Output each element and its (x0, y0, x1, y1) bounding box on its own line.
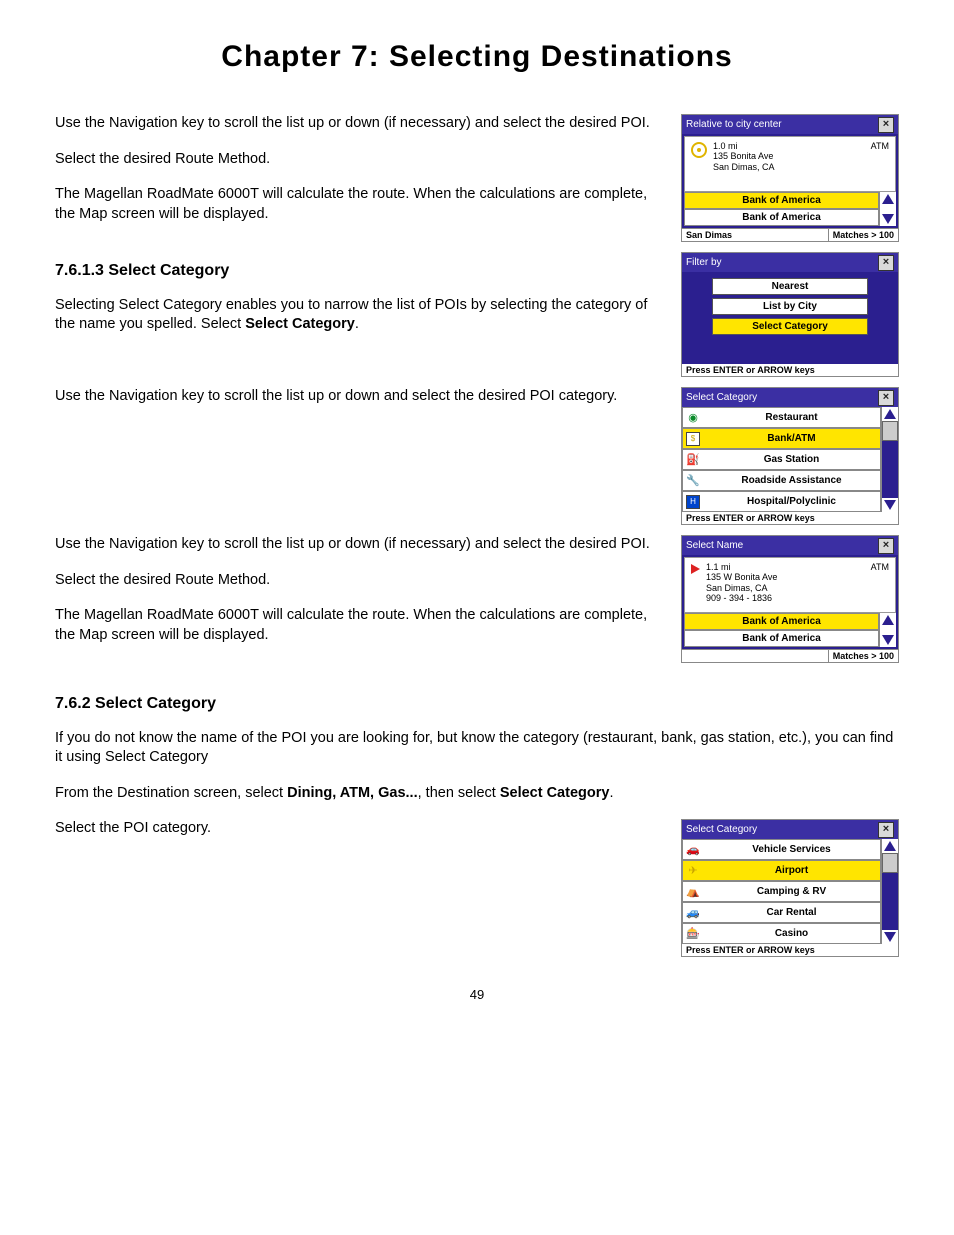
close-icon[interactable]: × (878, 822, 894, 838)
scrollbar[interactable] (881, 407, 898, 512)
device-screenshot-selectcategory2: Select Category × 🚗 Vehicle Services ✈ A… (681, 819, 899, 957)
paragraph: Use the Navigation key to scroll the lis… (55, 387, 651, 407)
scroll-up-icon[interactable] (882, 194, 894, 204)
close-icon[interactable]: × (878, 390, 894, 406)
category-row[interactable]: ⛺ Camping & RV (682, 881, 881, 902)
section-heading: 7.6.1.3 Select Category (55, 260, 651, 282)
category-row[interactable]: 🔧 Roadside Assistance (682, 470, 881, 491)
category-row[interactable]: 🚙 Car Rental (682, 902, 881, 923)
section-heading: 7.6.2 Select Category (55, 693, 899, 715)
device-screenshot-selectname: Select Name × 1.1 mi 135 W Bonita Ave Sa… (681, 535, 899, 663)
category-row[interactable]: ⛽ Gas Station (682, 449, 881, 470)
menu-item-listbycity[interactable]: List by City (712, 298, 868, 315)
paragraph: Use the Navigation key to scroll the lis… (55, 535, 651, 555)
category-row[interactable]: H Hospital/Polyclinic (682, 491, 881, 512)
paragraph: From the Destination screen, select Dini… (55, 784, 899, 804)
device-hint: Press ENTER or ARROW keys (682, 944, 898, 956)
airport-icon: ✈ (683, 864, 703, 877)
close-icon[interactable]: × (878, 255, 894, 271)
category-row[interactable]: $ Bank/ATM (682, 428, 881, 449)
list-item[interactable]: Bank of America (684, 630, 879, 647)
device-title: Relative to city center (686, 119, 782, 130)
footer-matches: Matches > 100 (829, 229, 898, 241)
paragraph: The Magellan RoadMate 6000T will calcula… (55, 185, 651, 224)
category-row[interactable]: ◉ Restaurant (682, 407, 881, 428)
scroll-up-icon[interactable] (882, 615, 894, 625)
footer-empty (682, 650, 829, 662)
paragraph: Select the desired Route Method. (55, 571, 651, 591)
poi-type: ATM (871, 562, 889, 572)
scroll-thumb[interactable] (882, 853, 898, 873)
vehicle-icon: 🚗 (683, 843, 703, 856)
device-screenshot-selectcategory: Select Category × ◉ Restaurant $ Bank/AT… (681, 387, 899, 525)
scroll-down-icon[interactable] (882, 635, 894, 645)
carrental-icon: 🚙 (683, 906, 703, 919)
poi-info: 1.1 mi 135 W Bonita Ave San Dimas, CA 90… (706, 562, 777, 603)
footer-matches: Matches > 100 (829, 650, 898, 662)
paragraph: Use the Navigation key to scroll the lis… (55, 114, 651, 134)
chapter-title: Chapter 7: Selecting Destinations (55, 40, 899, 74)
list-item[interactable]: Bank of America (684, 209, 879, 226)
menu-item-selectcategory[interactable]: Select Category (712, 318, 868, 335)
category-row[interactable]: ✈ Airport (682, 860, 881, 881)
close-icon[interactable]: × (878, 117, 894, 133)
roadside-icon: 🔧 (683, 474, 703, 487)
category-row[interactable]: 🚗 Vehicle Services (682, 839, 881, 860)
device-hint: Press ENTER or ARROW keys (682, 364, 898, 376)
restaurant-icon: ◉ (683, 411, 703, 424)
page-number: 49 (55, 987, 899, 1002)
device-title: Select Category (686, 824, 757, 835)
hospital-icon: H (683, 495, 703, 509)
device-hint: Press ENTER or ARROW keys (682, 512, 898, 524)
scrollbar[interactable] (879, 192, 896, 226)
bank-icon: $ (683, 432, 703, 446)
poi-type: ATM (871, 141, 889, 151)
device-title: Select Name (686, 540, 743, 551)
scrollbar[interactable] (879, 613, 896, 647)
scroll-thumb[interactable] (882, 421, 898, 441)
paragraph: Selecting Select Category enables you to… (55, 296, 651, 335)
close-icon[interactable]: × (878, 538, 894, 554)
scroll-up-icon[interactable] (884, 841, 896, 851)
camping-icon: ⛺ (683, 885, 703, 898)
paragraph: Select the POI category. (55, 819, 651, 839)
menu-item-nearest[interactable]: Nearest (712, 278, 868, 295)
scrollbar[interactable] (881, 839, 898, 944)
paragraph: The Magellan RoadMate 6000T will calcula… (55, 606, 651, 645)
scroll-down-icon[interactable] (882, 214, 894, 224)
category-row[interactable]: 🎰 Casino (682, 923, 881, 944)
poi-info: 1.0 mi 135 Bonita Ave San Dimas, CA (713, 141, 775, 172)
footer-city: San Dimas (682, 229, 829, 241)
scroll-down-icon[interactable] (884, 500, 896, 510)
device-screenshot-relative: Relative to city center × 1.0 mi 135 Bon… (681, 114, 899, 242)
scroll-down-icon[interactable] (884, 932, 896, 942)
scroll-up-icon[interactable] (884, 409, 896, 419)
paragraph: Select the desired Route Method. (55, 150, 651, 170)
arrow-icon (691, 564, 700, 574)
casino-icon: 🎰 (683, 927, 703, 940)
device-title: Select Category (686, 392, 757, 403)
device-title: Filter by (686, 257, 722, 268)
list-item[interactable]: Bank of America (684, 613, 879, 630)
paragraph: If you do not know the name of the POI y… (55, 729, 899, 768)
device-screenshot-filterby: Filter by × Nearest List by City Select … (681, 252, 899, 377)
list-item[interactable]: Bank of America (684, 192, 879, 209)
gas-icon: ⛽ (683, 453, 703, 466)
target-icon (691, 142, 707, 158)
